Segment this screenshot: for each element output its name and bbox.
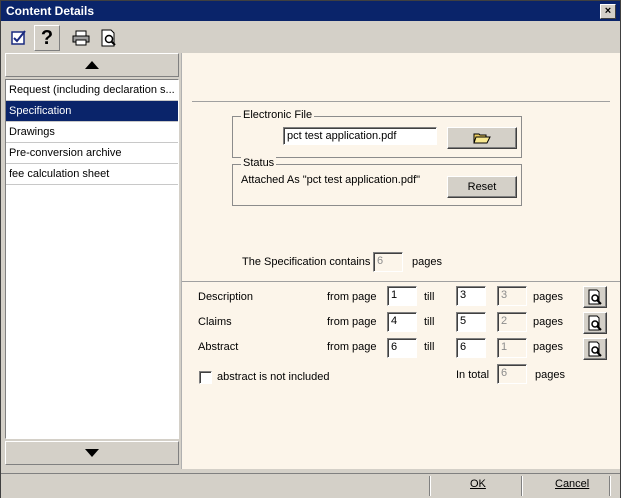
close-button[interactable]: × (600, 4, 616, 19)
description-from-field[interactable]: 1 (387, 286, 417, 306)
total-pages-label: pages (535, 369, 565, 381)
list-item-request[interactable]: Request (including declaration s... (6, 80, 178, 101)
content-details-window: Content Details × ? Request (including d… (0, 0, 621, 498)
validate-button[interactable] (6, 25, 32, 51)
print-preview-button[interactable] (96, 25, 122, 51)
abstract-from-label: from page (327, 341, 377, 353)
abstract-pages-label: pages (533, 341, 563, 353)
cancel-button[interactable]: Cancel (555, 478, 589, 490)
arrow-down-icon (85, 449, 99, 457)
description-label: Description (198, 291, 254, 303)
scroll-down-button[interactable] (5, 441, 179, 465)
status-group: Status Attached As "pct test application… (232, 157, 522, 206)
document-list: Request (including declaration s... Spec… (5, 79, 179, 439)
footer-separator (521, 476, 523, 496)
help-icon: ? (40, 26, 54, 49)
footer-separator (429, 476, 431, 496)
title-bar[interactable]: Content Details × (1, 1, 620, 21)
spec-contains-label: The Specification contains (242, 256, 371, 268)
claims-pages-label: pages (533, 316, 563, 328)
preview-icon (588, 341, 602, 357)
abstract-from-field[interactable]: 6 (387, 338, 417, 358)
description-pages-label: pages (533, 291, 563, 303)
checkbox-pen-icon (11, 30, 26, 45)
electronic-file-group: Electronic File pct test application.pdf (232, 109, 522, 158)
claims-label: Claims (198, 316, 232, 328)
abstract-not-included-label[interactable]: abstract is not included (217, 371, 330, 383)
print-icon (72, 30, 90, 46)
claims-from-label: from page (327, 316, 377, 328)
description-preview-button[interactable] (583, 286, 607, 308)
details-pane: Electronic File pct test application.pdf… (181, 53, 620, 469)
section-divider (182, 281, 620, 282)
abstract-not-included-checkbox[interactable] (199, 371, 212, 384)
toolbar: ? (1, 22, 620, 53)
list-item-drawings[interactable]: Drawings (6, 122, 178, 143)
total-label: In total (456, 369, 490, 381)
reset-button[interactable]: Reset (447, 176, 517, 198)
claims-till-label: till (424, 316, 435, 328)
abstract-label: Abstract (198, 341, 239, 353)
print-preview-icon (101, 29, 116, 47)
close-icon: × (604, 5, 612, 17)
scroll-up-button[interactable] (5, 53, 179, 77)
claims-from-field[interactable]: 4 (387, 312, 417, 332)
list-item-specification[interactable]: Specification (6, 101, 178, 122)
status-title: Status (241, 157, 277, 169)
spec-pages-label: pages (412, 256, 442, 268)
abstract-till-field[interactable]: 6 (456, 338, 486, 358)
ok-button[interactable]: OK (470, 478, 486, 490)
electronic-file-title: Electronic File (241, 109, 315, 121)
description-till-field[interactable]: 3 (456, 286, 486, 306)
description-till-label: till (424, 291, 435, 303)
status-text: Attached As "pct test application.pdf" (241, 174, 421, 186)
abstract-count-field: 1 (497, 338, 527, 358)
abstract-preview-button[interactable] (583, 338, 607, 360)
description-count-field: 3 (497, 286, 527, 306)
description-from-label: from page (327, 291, 377, 303)
list-item-pre-conversion-archive[interactable]: Pre-conversion archive (6, 143, 178, 164)
claims-count-field: 2 (497, 312, 527, 332)
footer-separator (609, 476, 611, 496)
divider (192, 101, 610, 102)
footer-bar: OK Cancel (1, 473, 620, 498)
arrow-up-icon (85, 61, 99, 69)
list-item-fee-calculation-sheet[interactable]: fee calculation sheet (6, 164, 178, 185)
window-title: Content Details (6, 4, 95, 18)
claims-till-field[interactable]: 5 (456, 312, 486, 332)
filename-field[interactable]: pct test application.pdf (283, 127, 437, 145)
spec-total-pages-field: 6 (373, 252, 403, 272)
open-folder-icon (473, 133, 491, 144)
help-button[interactable]: ? (34, 25, 60, 51)
preview-icon (588, 289, 602, 305)
total-pages-field: 6 (497, 364, 527, 384)
navigation-pane: Request (including declaration s... Spec… (5, 53, 179, 469)
print-button[interactable] (68, 25, 94, 51)
preview-icon (588, 315, 602, 331)
abstract-till-label: till (424, 341, 435, 353)
claims-preview-button[interactable] (583, 312, 607, 334)
browse-file-button[interactable] (447, 127, 517, 149)
